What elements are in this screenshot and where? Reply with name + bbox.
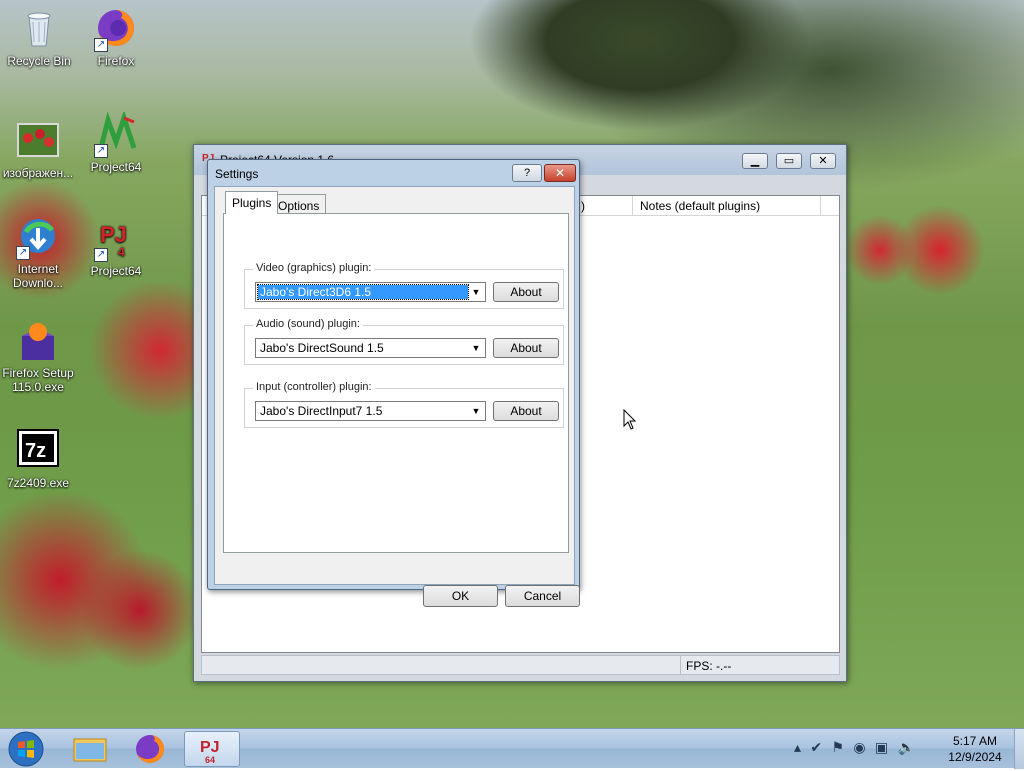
svg-text:PJ: PJ [100,222,127,247]
shortcut-arrow-icon: ↗ [94,144,108,158]
desktop-icon-firefox[interactable]: ↗ Firefox [78,6,154,68]
desktop-icon-label: Internet Downlo... [12,262,64,290]
svg-text:7z: 7z [25,440,46,462]
close-button[interactable]: ✕ [810,153,836,169]
desktop-icon-label: Firefox [97,54,135,68]
audio-about-button[interactable]: About [493,338,559,358]
start-button[interactable] [6,730,46,768]
status-bar: FPS: -.-- [201,655,840,675]
desktop-icon-label: Project64 [90,160,142,174]
minimize-button[interactable]: ▁ [742,153,768,169]
desktop-icon-label: 7z2409.exe [6,476,70,490]
network-icon[interactable]: ◉ [853,739,865,756]
taskbar-clock[interactable]: 5:17 AM 12/9/2024 [940,733,1010,765]
status-divider [680,656,681,674]
audio-plugin-group: Audio (sound) plugin: Jabo's DirectSound… [244,318,564,365]
dialog-close-button[interactable]: ✕ [544,164,576,182]
desktop-icon-recycle-bin[interactable]: Recycle Bin [1,6,77,68]
project64-icon: ↗ [94,110,138,158]
fps-readout: FPS: -.-- [686,659,732,673]
mouse-cursor-icon [623,409,637,430]
audio-plugin-label: Audio (sound) plugin: [253,318,363,330]
desktop-icon-firefox-setup[interactable]: Firefox Setup 115.0.exe [0,318,76,394]
column-header-notes[interactable]: Notes (default plugins) [640,199,760,213]
desktop-icon-internet-download-manager[interactable]: ↗ Internet Downlo... [0,214,76,290]
svg-text:4: 4 [118,245,125,259]
maximize-button[interactable]: ▭ [776,153,802,169]
windows-explorer-icon [73,738,107,762]
video-plugin-select[interactable]: Jabo's Direct3D6 1.5 ▼ [255,282,486,302]
desktop-icon-image-file[interactable]: изображен... [0,118,76,180]
firefox-setup-icon [16,318,60,362]
recycle-bin-icon [17,6,61,50]
clock-date: 12/9/2024 [948,750,1002,764]
taskbar-firefox[interactable] [122,731,178,767]
plugins-tab-pane: Video (graphics) plugin: Jabo's Direct3D… [223,213,569,553]
project64-icon: PJ 64 [200,739,220,765]
image-file-icon [16,118,60,162]
chevron-down-icon[interactable]: ▼ [468,284,484,300]
input-plugin-select[interactable]: Jabo's DirectInput7 1.5 ▼ [255,401,486,421]
desktop-icon-label: Project64 [90,264,142,278]
desktop-icon-label: изображен... [2,166,74,180]
clock-time: 5:17 AM [952,734,998,748]
video-plugin-value: Jabo's Direct3D6 1.5 [257,284,469,300]
tab-plugins[interactable]: Plugins [225,191,279,214]
action-center-icon[interactable]: ✔ [810,739,822,756]
shortcut-arrow-icon: ↗ [16,246,30,260]
flag-icon[interactable]: ⚑ [831,739,844,756]
tab-options[interactable]: Options [271,194,327,215]
input-plugin-value: Jabo's DirectInput7 1.5 [260,404,383,418]
taskbar-windows-explorer[interactable] [62,731,118,767]
column-divider [820,196,821,215]
internet-download-manager-icon: ↗ [16,214,60,260]
input-plugin-group: Input (controller) plugin: Jabo's Direct… [244,381,564,428]
dialog-title: Settings [215,167,259,181]
audio-plugin-select[interactable]: Jabo's DirectSound 1.5 ▼ [255,338,486,358]
7zip-icon: 7z [16,428,60,472]
chevron-down-icon[interactable]: ▼ [468,403,484,419]
desktop-icon-label: Firefox Setup 115.0.exe [2,366,74,394]
input-about-button[interactable]: About [493,401,559,421]
project64-icon: PJ 4 ↗ [94,216,138,262]
audio-plugin-value: Jabo's DirectSound 1.5 [260,341,384,355]
ok-button[interactable]: OK [423,585,498,607]
settings-dialog: Settings ? ✕ Plugins Options Video (grap… [207,159,580,607]
help-button[interactable]: ? [512,164,542,182]
column-divider [632,196,633,215]
system-tray: ▴ ✔ ⚑ ◉ ▣ 🔈 [794,739,921,759]
firefox-icon: ↗ [94,6,138,52]
desktop-icon-7zip[interactable]: 7z 7z2409.exe [0,428,76,490]
shortcut-arrow-icon: ↗ [94,38,108,52]
video-plugin-label: Video (graphics) plugin: [253,262,375,274]
chevron-down-icon[interactable]: ▼ [468,340,484,356]
shortcut-arrow-icon: ↗ [94,248,108,262]
desktop-icon-project64-a[interactable]: ↗ Project64 [78,110,154,174]
desktop-icon-project64-b[interactable]: PJ 4 ↗ Project64 [78,216,154,278]
svg-text:PJ: PJ [200,739,220,756]
firefox-icon [136,734,165,763]
volume-icon[interactable]: 🔈 [898,739,915,756]
svg-text:64: 64 [205,755,215,765]
show-hidden-icons-icon[interactable]: ▴ [794,739,801,756]
input-plugin-label: Input (controller) plugin: [253,381,375,393]
cancel-button[interactable]: Cancel [505,585,580,607]
display-icon[interactable]: ▣ [875,739,888,756]
dialog-body: Plugins Options Video (graphics) plugin:… [214,186,580,607]
show-desktop-button[interactable] [1014,729,1024,769]
column-header-partial[interactable]: ) [581,199,585,213]
windows-start-icon [8,731,44,767]
taskbar-project64[interactable]: PJ 64 [184,731,240,767]
taskbar: PJ 64 ▴ ✔ ⚑ ◉ ▣ 🔈 5:17 AM 12/9/2024 [0,728,1024,769]
video-plugin-group: Video (graphics) plugin: Jabo's Direct3D… [244,262,564,309]
video-about-button[interactable]: About [493,282,559,302]
desktop-icon-label: Recycle Bin [7,54,71,68]
